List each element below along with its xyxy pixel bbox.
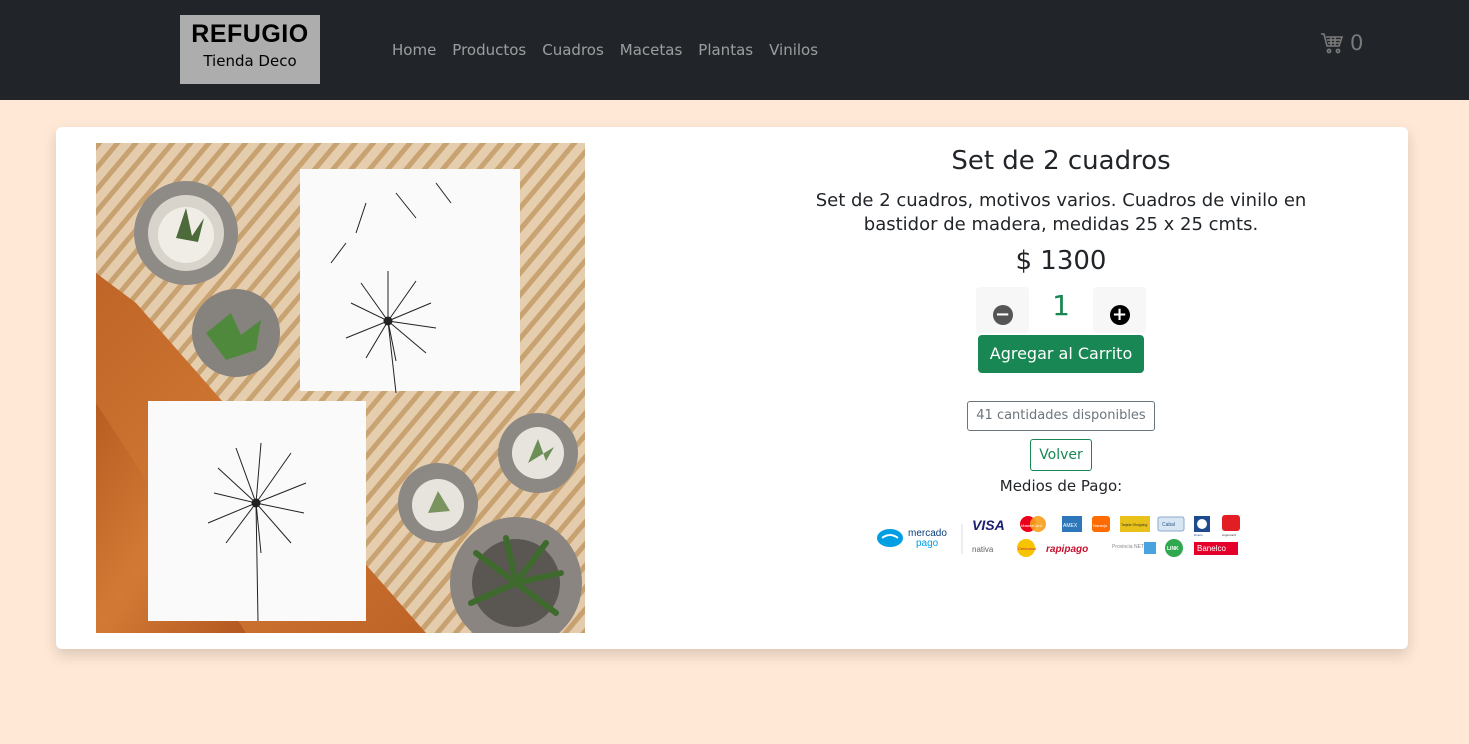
quantity-stepper: − 1 +	[756, 287, 1366, 333]
cart-count: 0	[1350, 31, 1364, 55]
cart-widget[interactable]: 0	[1320, 30, 1363, 56]
product-title: Set de 2 cuadros	[951, 146, 1171, 176]
product-detail: Set de 2 cuadros Set de 2 cuadros, motiv…	[756, 143, 1366, 558]
nav-links: Home Productos Cuadros Macetas Plantas V…	[384, 40, 826, 60]
stock-badge: 41 cantidades disponibles	[967, 401, 1155, 431]
nativa-logo: nativa	[972, 545, 994, 554]
visa-logo: VISA	[972, 517, 1005, 533]
shopping-logo: Tarjeta Shopping	[1120, 516, 1150, 532]
svg-text:Argencard: Argencard	[1222, 533, 1236, 537]
add-to-cart-button[interactable]: Agregar al Carrito	[977, 335, 1145, 373]
product-price: $ 1300	[1015, 246, 1107, 276]
svg-text:LINK: LINK	[1167, 546, 1179, 552]
svg-text:pago: pago	[916, 538, 939, 549]
svg-text:Cencosud: Cencosud	[1018, 546, 1036, 551]
naranja-logo: Naranja	[1092, 516, 1110, 532]
nav-link-macetas[interactable]: Macetas	[612, 41, 691, 59]
product-description: Set de 2 cuadros, motivos varios. Cuadro…	[815, 190, 1307, 235]
mastercard-logo: MasterCard	[1020, 516, 1046, 532]
nav-link-home[interactable]: Home	[384, 41, 444, 59]
cabal-logo: Cabal	[1157, 516, 1185, 532]
rapipago-logo: rapipago	[1046, 544, 1088, 555]
svg-text:Provincia NET: Provincia NET	[1112, 544, 1144, 550]
back-button[interactable]: Volver	[1030, 439, 1092, 471]
argencard-logo: Argencard	[1222, 515, 1240, 537]
brand-subtitle: Tienda Deco	[203, 52, 297, 70]
plus-circle-icon: +	[1109, 305, 1130, 325]
link-logo: LINK	[1165, 539, 1183, 557]
svg-text:Naranja: Naranja	[1093, 523, 1108, 528]
provincia-net-logo: Provincia NET	[1112, 542, 1156, 554]
cencosud-logo: Cencosud	[1017, 539, 1036, 557]
cart-icon	[1321, 33, 1344, 54]
svg-text:Tarjeta Shopping: Tarjeta Shopping	[1121, 523, 1147, 527]
product-image	[96, 143, 585, 633]
nav-link-vinilos[interactable]: Vinilos	[761, 41, 826, 59]
banelco-logo: Banelco	[1194, 542, 1238, 555]
navbar: REFUGIO Tienda Deco Home Productos Cuadr…	[0, 0, 1469, 100]
svg-text:MasterCard: MasterCard	[1021, 523, 1042, 528]
minus-circle-icon: −	[992, 305, 1013, 325]
payment-logos: mercado pago VISA MasterCard AMEX Naranj…	[876, 514, 1246, 558]
svg-text:Banelco: Banelco	[1197, 544, 1226, 553]
nav-link-plantas[interactable]: Plantas	[690, 41, 761, 59]
decrease-quantity-button[interactable]: −	[976, 287, 1029, 333]
brand-title: REFUGIO	[191, 20, 309, 48]
brand-logo[interactable]: REFUGIO Tienda Deco	[180, 15, 320, 84]
payment-methods-label: Medios de Pago:	[999, 477, 1123, 495]
increase-quantity-button[interactable]: +	[1093, 287, 1146, 333]
amex-logo: AMEX	[1062, 516, 1082, 532]
quantity-value: 1	[1052, 289, 1070, 322]
svg-text:Cabal: Cabal	[1162, 522, 1175, 528]
mercadopago-logo: mercado pago	[877, 528, 947, 549]
diners-logo: Diners	[1194, 516, 1210, 537]
svg-text:AMEX: AMEX	[1063, 523, 1078, 529]
svg-text:Diners: Diners	[1194, 533, 1203, 537]
nav-link-productos[interactable]: Productos	[444, 41, 534, 59]
product-card: Set de 2 cuadros Set de 2 cuadros, motiv…	[56, 127, 1408, 649]
nav-link-cuadros[interactable]: Cuadros	[534, 41, 612, 59]
